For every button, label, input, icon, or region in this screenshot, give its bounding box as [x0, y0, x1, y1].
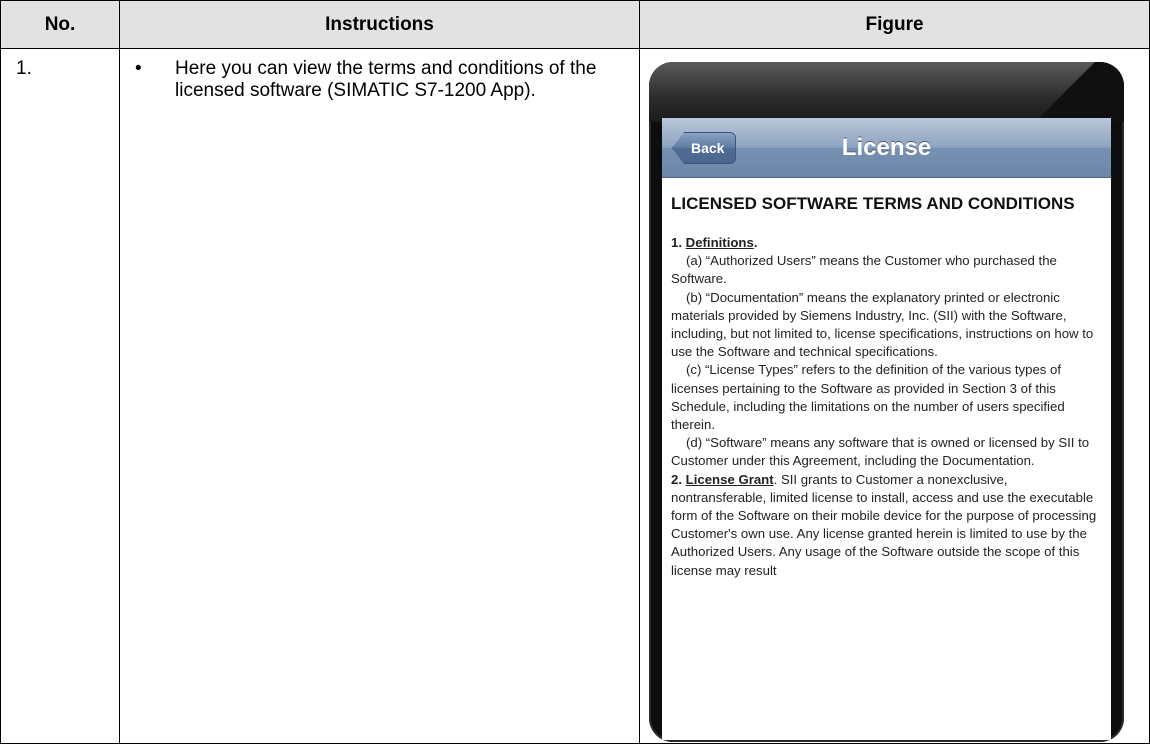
- nav-title: License: [841, 134, 932, 161]
- phone-bezel-top: [649, 62, 1124, 122]
- step-number: 1.: [16, 58, 32, 79]
- list-item: • Here you can view the terms and condit…: [120, 58, 629, 102]
- instruction-list: • Here you can view the terms and condit…: [120, 49, 639, 102]
- section-2: 2. License Grant. SII grants to Customer…: [671, 471, 1097, 578]
- bullet-icon: •: [135, 58, 142, 79]
- section-1-heading: 1. Definitions.: [671, 235, 758, 250]
- license-heading: LICENSED SOFTWARE TERMS AND CONDITIONS: [671, 194, 1075, 213]
- table-row: 1. • Here you can view the terms and con…: [0, 48, 1150, 744]
- instruction-table: No. Instructions Figure 1. • Here you ca…: [0, 0, 1150, 744]
- section-2-title: License Grant: [685, 471, 774, 487]
- figure-cell: Back License LICENSED SOFTWARE TERMS AND…: [639, 48, 1150, 744]
- license-text: LICENSED SOFTWARE TERMS AND CONDITIONS 1…: [662, 178, 1111, 580]
- phone-screen: Back License LICENSED SOFTWARE TERMS AND…: [662, 118, 1111, 740]
- instructions-cell: • Here you can view the terms and condit…: [119, 48, 640, 744]
- header-instructions: Instructions: [119, 0, 640, 49]
- definition-d: (d) “Software” means any software that i…: [671, 435, 1090, 469]
- phone-screenshot: Back License LICENSED SOFTWARE TERMS AND…: [649, 62, 1124, 742]
- definition-b: (b) “Documentation” means the explanator…: [671, 289, 1094, 360]
- instruction-text: Here you can view the terms and conditio…: [175, 58, 597, 101]
- step-number-cell: 1.: [0, 48, 120, 744]
- header-figure: Figure: [639, 0, 1150, 49]
- header-no: No.: [0, 0, 120, 49]
- navigation-bar: Back License: [662, 118, 1111, 178]
- section-2-text: . SII grants to Customer a nonexclusive,…: [671, 471, 1097, 578]
- section-1-title: Definitions: [685, 235, 754, 250]
- definition-a: (a) “Authorized Users” means the Custome…: [671, 253, 1057, 287]
- table-header-row: No. Instructions Figure: [0, 0, 1150, 49]
- definition-c: (c) “License Types” refers to the defini…: [671, 362, 1065, 433]
